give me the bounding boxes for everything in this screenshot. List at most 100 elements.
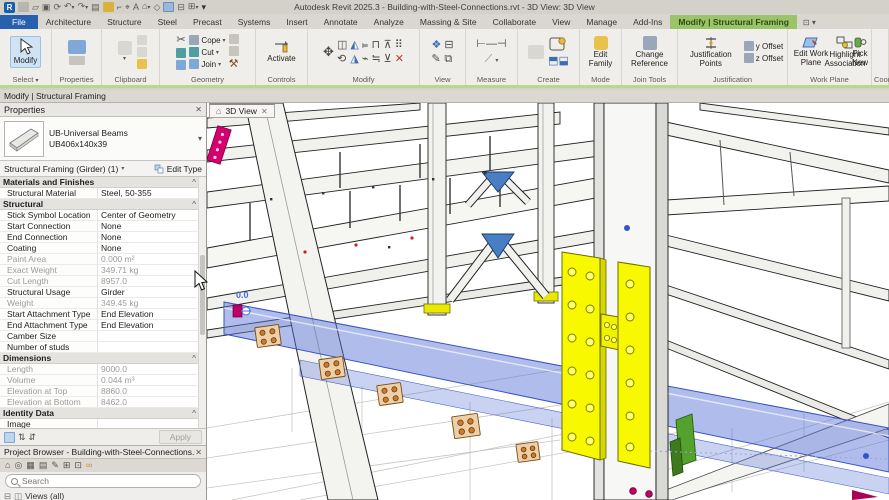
property-row[interactable]: Structural MaterialSteel, 50-355 — [0, 188, 206, 199]
tag-icon[interactable]: ⌖ — [125, 2, 130, 12]
filter-dropdown-icon[interactable]: ▾ — [121, 165, 124, 172]
tab-steel[interactable]: Steel — [150, 15, 185, 29]
close-properties-icon[interactable]: ✕ — [195, 105, 202, 114]
qat-customize-icon[interactable]: ▾ — [201, 2, 206, 12]
scissors-icon[interactable]: ✂ — [176, 34, 186, 46]
move-icon[interactable]: ✥ — [323, 46, 334, 58]
home-view-icon[interactable]: ⌂ — [216, 106, 221, 116]
paint-icon[interactable] — [176, 48, 186, 58]
cut-button[interactable]: Cut▾ — [189, 47, 218, 57]
tab-systems[interactable]: Systems — [230, 15, 279, 29]
model-canvas[interactable]: 0.0 — [207, 103, 889, 500]
rotate-icon[interactable]: ⟲ — [337, 53, 347, 65]
property-row[interactable]: Number of studs — [0, 342, 206, 353]
groups-icon[interactable]: ⊡ — [74, 460, 82, 471]
sheets-icon[interactable]: ✎ — [51, 460, 59, 471]
sort-descending-icon[interactable]: ⇵ — [29, 431, 37, 443]
property-row[interactable]: Start Attachment TypeEnd Elevation — [0, 309, 206, 320]
array-icon[interactable]: ⠿ — [395, 39, 404, 51]
duplicate-icon[interactable] — [528, 45, 544, 59]
close-hidden-windows-icon[interactable]: ⊟ — [177, 2, 185, 12]
tree-expand-icon[interactable]: ⊟ — [4, 491, 11, 500]
home-icon[interactable]: ⌂ — [5, 460, 10, 471]
property-row[interactable]: End ConnectionNone — [0, 232, 206, 243]
tab-add-ins[interactable]: Add-Ins — [625, 15, 670, 29]
trim-icon[interactable]: ⊓ — [371, 39, 380, 51]
selection-filter-label[interactable]: Structural Framing (Girder) (1) — [4, 164, 118, 174]
tab-insert[interactable]: Insert — [278, 15, 315, 29]
group-identity-data[interactable]: Identity Data^ — [0, 408, 206, 419]
cope-button[interactable]: Cope▾ — [189, 35, 225, 45]
property-row[interactable]: Structural UsageGirder — [0, 287, 206, 298]
schedules-icon[interactable]: ▤ — [39, 460, 48, 471]
ui-toggle-icon[interactable] — [18, 2, 29, 12]
type-selector[interactable]: UB-Universal Beams UB406x140x39 ▾ — [0, 117, 206, 161]
close-view-icon[interactable]: ✕ — [261, 107, 268, 116]
property-row[interactable]: Start ConnectionNone — [0, 221, 206, 232]
type-selector-dropdown-icon[interactable]: ▾ — [198, 134, 202, 143]
apply-button[interactable]: Apply — [159, 430, 202, 444]
tab-modify-structural-framing[interactable]: Modify | Structural Framing — [670, 15, 797, 29]
connection-plate-yellow-right[interactable] — [618, 262, 650, 468]
switch-windows-icon[interactable]: ⊞▾ — [188, 1, 199, 13]
join-button[interactable]: Join▾ — [189, 59, 221, 69]
tab-view[interactable]: View — [544, 15, 578, 29]
group-dimensions[interactable]: Dimensions^ — [0, 353, 206, 364]
property-row[interactable]: Image — [0, 419, 206, 428]
measure-between-icon[interactable]: ⊢—⊣ — [476, 38, 506, 50]
default-3d-view-icon[interactable]: ⌂▾ — [142, 1, 150, 13]
view-tab-3d[interactable]: ⌂ 3D View ✕ — [209, 103, 275, 118]
override-graphics-icon[interactable]: ✎ — [431, 53, 441, 65]
activate-controls-button[interactable]: Activate — [264, 39, 298, 65]
scrollbar-thumb[interactable] — [200, 255, 205, 335]
split-icon[interactable]: ⌁ — [362, 53, 369, 65]
match-type-icon[interactable] — [137, 59, 147, 69]
tab-manage[interactable]: Manage — [578, 15, 625, 29]
offset-icon[interactable]: ≒ — [371, 53, 380, 65]
views-list-icon[interactable]: ▦ — [26, 460, 35, 471]
viewport-3d[interactable]: ⌂ 3D View ✕ — [207, 103, 889, 500]
links-icon[interactable]: ∞ — [86, 460, 92, 471]
connection-plate-yellow-left[interactable] — [562, 252, 606, 460]
tab-massing-site[interactable]: Massing & Site — [412, 15, 485, 29]
remove-association-button[interactable]: Remove Association — [883, 35, 889, 70]
families-icon[interactable]: ⊞ — [63, 460, 71, 471]
modify-tab-options-icon[interactable]: ⊡ ▾ — [797, 16, 822, 29]
modify-button[interactable]: Modify — [10, 36, 42, 68]
aligned-dimension-icon[interactable]: ⌐ — [117, 2, 122, 12]
property-row[interactable]: Stick Symbol LocationCenter of Geometry — [0, 210, 206, 221]
displace-icon[interactable]: ⧉ — [444, 53, 453, 65]
linework-icon[interactable]: ⊟ — [444, 39, 453, 51]
group-structural[interactable]: Structural^ — [0, 199, 206, 210]
open-icon[interactable]: ▱ — [32, 2, 39, 12]
y-offset-button[interactable]: y Offset — [744, 41, 783, 51]
delete-icon[interactable]: ✕ — [395, 53, 404, 65]
property-row[interactable]: End Attachment TypeEnd Elevation — [0, 320, 206, 331]
cut-to-clipboard-icon[interactable] — [137, 35, 147, 45]
search-box[interactable] — [5, 474, 201, 488]
create-group-icon[interactable] — [548, 37, 568, 53]
save-icon[interactable]: ▣ — [42, 2, 51, 12]
edit-type-button[interactable]: Edit Type — [154, 164, 202, 174]
revit-logo-icon[interactable]: R — [4, 2, 15, 13]
tab-analyze[interactable]: Analyze — [366, 15, 412, 29]
sort-ascending-icon[interactable]: ⇅ — [18, 431, 26, 443]
wall-join-icon[interactable] — [229, 46, 239, 56]
hammer-icon[interactable]: ⚒ — [229, 58, 239, 70]
tab-architecture[interactable]: Architecture — [38, 15, 99, 29]
thin-lines-icon[interactable] — [163, 2, 174, 12]
create-similar-icon[interactable]: ⬒⬓ — [548, 55, 569, 67]
property-row[interactable]: CoatingNone — [0, 243, 206, 254]
browser-search-icon[interactable]: ◎ — [14, 460, 22, 471]
justification-points-button[interactable]: Justification Points — [682, 35, 740, 70]
dimension-icon[interactable]: ⟋ ▾ — [485, 53, 499, 67]
mirror-pick-icon[interactable]: ◮ — [350, 53, 358, 65]
connection-plate-yellow-small[interactable] — [601, 314, 619, 350]
text-icon[interactable]: A — [133, 2, 139, 12]
redo-icon[interactable]: ↷▾ — [78, 1, 89, 13]
pin-icon[interactable]: ⊼ — [384, 39, 392, 51]
mirror-axis-icon[interactable]: ◭ — [350, 39, 358, 51]
tab-annotate[interactable]: Annotate — [316, 15, 366, 29]
section-icon[interactable]: ◇ — [153, 2, 160, 12]
close-project-browser-icon[interactable]: ✕ — [195, 448, 202, 457]
